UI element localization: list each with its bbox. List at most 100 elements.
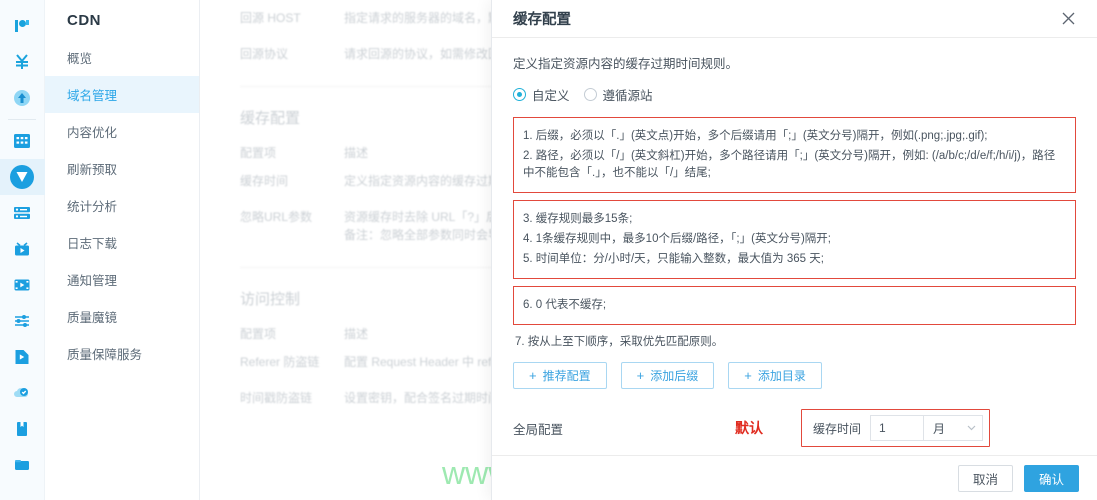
radio-custom[interactable]: 自定义 bbox=[513, 85, 570, 104]
radio-indicator bbox=[513, 88, 526, 101]
server-list-icon bbox=[14, 207, 30, 219]
button-label: 添加后缀 bbox=[650, 369, 699, 383]
rail-item-cloud-check-icon[interactable] bbox=[0, 375, 45, 411]
sidebar-item-label: 日志下载 bbox=[67, 237, 118, 251]
close-icon bbox=[1062, 12, 1074, 25]
sidebar-item-label: 概览 bbox=[67, 52, 93, 66]
column-header-config: 配置项 bbox=[240, 146, 277, 160]
cache-time-label: 缓存时间 bbox=[813, 421, 862, 436]
rail-item-grid-dashboard-icon[interactable] bbox=[0, 123, 45, 159]
plus-icon: + bbox=[744, 368, 752, 383]
global-config-label: 全局配置 bbox=[513, 422, 564, 437]
sidebar-item-domain-management[interactable]: 域名管理 bbox=[45, 76, 199, 113]
sidebar-item-refresh-prefetch[interactable]: 刷新预取 bbox=[45, 150, 199, 187]
sidebar-title: CDN bbox=[67, 12, 101, 29]
sidebar-nav: CDN 概览 域名管理 内容优化 刷新预取 统计分析 日志下载 通知管理 质量魔… bbox=[45, 0, 200, 500]
rule-group-1: 1. 后缀，必须以「.」(英文点)开始，多个后缀请用「;」(英文分号)隔开，例如… bbox=[513, 117, 1076, 193]
sidebar-item-statistics[interactable]: 统计分析 bbox=[45, 187, 199, 224]
sidebar-item-quality-mirror[interactable]: 质量魔镜 bbox=[45, 298, 199, 335]
global-config-row: 全局配置 默认 缓存时间 月 bbox=[513, 408, 1076, 448]
media-play-icon bbox=[15, 350, 29, 364]
rule-text: 1. 后缀，必须以「.」(英文点)开始，多个后缀请用「;」(英文分号)隔开，例如… bbox=[523, 130, 988, 142]
plus-icon: + bbox=[636, 368, 645, 383]
row-key: 回源 HOST bbox=[240, 11, 301, 25]
radio-indicator bbox=[583, 88, 597, 101]
rule-text: 3. 缓存规则最多15条; bbox=[523, 213, 633, 225]
rail-item-video-clip-icon[interactable] bbox=[0, 267, 45, 303]
rail-item-yuan-currency-icon[interactable] bbox=[0, 44, 45, 80]
column-header-desc: 描述 bbox=[344, 327, 369, 341]
rule-text: 2. 路径，必须以「/」(英文斜杠)开始，多个路径请用「;」(英文分号)隔开，例… bbox=[523, 150, 1056, 179]
modal-body: 定义指定资源内容的缓存过期时间规则。 自定义 遵循源站 1. 后缀，必须以「.」… bbox=[492, 38, 1097, 455]
sidebar-item-notification[interactable]: 通知管理 bbox=[45, 261, 199, 298]
app-root: CDN 概览 域名管理 内容优化 刷新预取 统计分析 日志下载 通知管理 质量魔… bbox=[0, 0, 1097, 500]
confirm-button[interactable]: 确认 bbox=[1024, 464, 1079, 492]
rail-separator bbox=[8, 119, 36, 120]
row-key: 缓存时间 bbox=[240, 174, 289, 188]
sidebar-item-overview[interactable]: 概览 bbox=[45, 39, 199, 76]
cache-time-input[interactable] bbox=[870, 415, 924, 441]
add-directory-button[interactable]: + 添加目录 bbox=[728, 362, 822, 389]
close-button[interactable] bbox=[1057, 8, 1079, 30]
button-label: 添加目录 bbox=[757, 369, 806, 383]
row-key: 回源协议 bbox=[240, 47, 289, 61]
row-key: 忽略URL参数 bbox=[240, 210, 313, 224]
rule-group-3: 6. 0 代表不缓存; bbox=[513, 286, 1076, 325]
rule-text: 4. 1条缓存规则中，最多10个后缀/路径，「;」(英文分号)隔开; bbox=[523, 233, 831, 245]
rule-action-buttons: + 推荐配置 + 添加后缀 + 添加目录 bbox=[513, 362, 1076, 389]
chevron-down-icon bbox=[967, 425, 976, 431]
cache-mode-radio-group: 自定义 遵循源站 bbox=[513, 85, 1076, 104]
rail-item-media-play-icon[interactable] bbox=[0, 339, 45, 375]
rail-item-logo-icon[interactable] bbox=[0, 8, 45, 44]
live-video-icon bbox=[15, 242, 29, 256]
video-clip-icon bbox=[14, 279, 30, 291]
rail-item-live-video-icon[interactable] bbox=[0, 231, 45, 267]
cdn-shield-icon bbox=[10, 165, 34, 189]
rail-item-upload-arrow-icon[interactable] bbox=[0, 80, 45, 116]
rail-item-sliders-settings-icon[interactable] bbox=[0, 303, 45, 339]
sidebar-item-label: 刷新预取 bbox=[67, 163, 118, 177]
rail-item-folder-icon[interactable] bbox=[0, 447, 45, 483]
cancel-button[interactable]: 取消 bbox=[958, 464, 1013, 492]
modal-header: 缓存配置 bbox=[492, 0, 1097, 38]
logo-icon bbox=[15, 20, 29, 32]
radio-label: 自定义 bbox=[532, 89, 570, 103]
rail-item-cdn-shield-icon[interactable] bbox=[0, 159, 45, 195]
radio-label: 遵循源站 bbox=[602, 89, 653, 103]
sidebar-item-quality-assurance[interactable]: 质量保障服务 bbox=[45, 335, 199, 372]
row-key: Referer 防盗链 bbox=[240, 355, 320, 369]
modal-footer: 取消 确认 bbox=[492, 455, 1097, 500]
rail-item-server-list-icon[interactable] bbox=[0, 195, 45, 231]
document-icon bbox=[17, 422, 27, 436]
grid-dashboard-icon bbox=[14, 134, 30, 148]
rule-group-2: 3. 缓存规则最多15条; 4. 1条缓存规则中，最多10个后缀/路径，「;」(… bbox=[513, 200, 1076, 279]
cache-time-unit-value: 月 bbox=[933, 421, 946, 436]
cache-time-field-group: 缓存时间 月 bbox=[801, 409, 991, 447]
cloud-check-icon bbox=[14, 388, 28, 397]
cache-config-modal: 缓存配置 定义指定资源内容的缓存过期时间规则。 自定义 遵循源站 1. 后缀，必… bbox=[491, 0, 1097, 500]
sidebar-item-label: 域名管理 bbox=[67, 89, 118, 103]
column-header-desc: 描述 bbox=[344, 146, 369, 160]
sidebar-item-label: 通知管理 bbox=[67, 274, 118, 288]
add-suffix-button[interactable]: + 添加后缀 bbox=[620, 362, 715, 389]
sidebar-item-log-download[interactable]: 日志下载 bbox=[45, 224, 199, 261]
column-header-config: 配置项 bbox=[240, 327, 277, 341]
plus-icon: + bbox=[529, 368, 537, 383]
rail-item-document-icon[interactable] bbox=[0, 411, 45, 447]
sidebar-item-label: 质量魔镜 bbox=[67, 311, 118, 325]
cache-time-unit-select[interactable]: 月 bbox=[923, 415, 984, 441]
button-label: 推荐配置 bbox=[542, 369, 591, 383]
sidebar-item-content-optimization[interactable]: 内容优化 bbox=[45, 113, 199, 150]
radio-follow-origin[interactable]: 遵循源站 bbox=[583, 85, 653, 104]
rule-text-last: 7. 按从上至下顺序，采取优先匹配原则。 bbox=[515, 336, 724, 348]
row-key: 时间戳防盗链 bbox=[240, 391, 313, 405]
sidebar-item-label: 统计分析 bbox=[67, 200, 118, 214]
rule-text: 6. 0 代表不缓存; bbox=[523, 299, 607, 311]
yuan-currency-icon bbox=[16, 54, 28, 69]
rule-text: 5. 时间单位：分/小时/天，只能输入整数，最大值为 365 天; bbox=[523, 253, 824, 265]
modal-intro-text: 定义指定资源内容的缓存过期时间规则。 bbox=[513, 57, 739, 71]
folder-icon bbox=[15, 460, 29, 470]
sidebar-item-label: 内容优化 bbox=[67, 126, 118, 140]
upload-arrow-icon bbox=[14, 90, 30, 106]
recommended-config-button[interactable]: + 推荐配置 bbox=[513, 362, 607, 389]
